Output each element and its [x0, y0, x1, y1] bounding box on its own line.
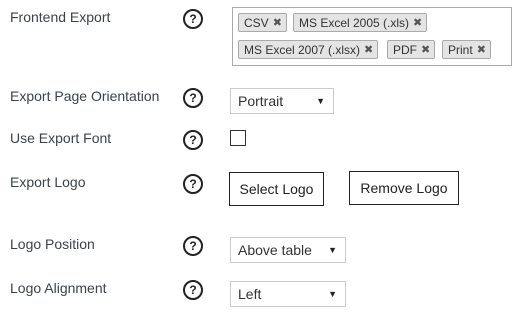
remove-icon[interactable]: ✖ [364, 43, 373, 56]
export-font-checkbox[interactable] [230, 130, 246, 146]
export-font-label: Use Export Font [10, 130, 112, 146]
help-icon[interactable]: ? [183, 9, 203, 29]
select-value: Portrait [238, 93, 284, 109]
tag-pdf: PDF ✖ [387, 40, 436, 59]
tag-label: MS Excel 2005 (.xls) [299, 15, 410, 30]
logo-alignment-select[interactable]: Left ▼ [230, 281, 346, 307]
logo-position-label: Logo Position [10, 236, 95, 252]
dropdown-arrow-icon: ▼ [328, 245, 337, 255]
select-logo-button[interactable]: Select Logo [229, 172, 324, 206]
tag-label: MS Excel 2007 (.xlsx) [244, 42, 361, 57]
remove-icon[interactable]: ✖ [273, 16, 282, 29]
logo-alignment-label: Logo Alignment [10, 280, 107, 296]
export-logo-label: Export Logo [10, 174, 86, 190]
tag-label: CSV [244, 15, 269, 30]
remove-icon[interactable]: ✖ [413, 16, 422, 29]
help-icon[interactable]: ? [183, 236, 203, 256]
tag-csv: CSV ✖ [238, 13, 287, 32]
select-value: Left [238, 286, 262, 302]
help-icon[interactable]: ? [183, 88, 203, 108]
tag-print: Print ✖ [442, 40, 491, 59]
tag-xls: MS Excel 2005 (.xls) ✖ [293, 13, 428, 32]
dropdown-arrow-icon: ▼ [328, 289, 337, 299]
help-icon[interactable]: ? [183, 174, 203, 194]
logo-position-select[interactable]: Above table ▼ [230, 237, 346, 263]
tag-label: Print [448, 42, 473, 57]
select-value: Above table [238, 242, 312, 258]
frontend-export-multiselect[interactable]: CSV ✖ MS Excel 2005 (.xls) ✖ MS Excel 20… [232, 7, 512, 66]
dropdown-arrow-icon: ▼ [316, 96, 325, 106]
remove-logo-button[interactable]: Remove Logo [349, 171, 459, 205]
help-icon[interactable]: ? [183, 280, 203, 300]
orientation-label: Export Page Orientation [10, 88, 160, 104]
remove-icon[interactable]: ✖ [477, 43, 486, 56]
tag-xlsx: MS Excel 2007 (.xlsx) ✖ [238, 40, 379, 59]
remove-icon[interactable]: ✖ [421, 43, 430, 56]
frontend-export-label: Frontend Export [10, 9, 111, 25]
tag-label: PDF [393, 42, 417, 57]
orientation-select[interactable]: Portrait ▼ [230, 88, 334, 114]
help-icon[interactable]: ? [183, 130, 203, 150]
